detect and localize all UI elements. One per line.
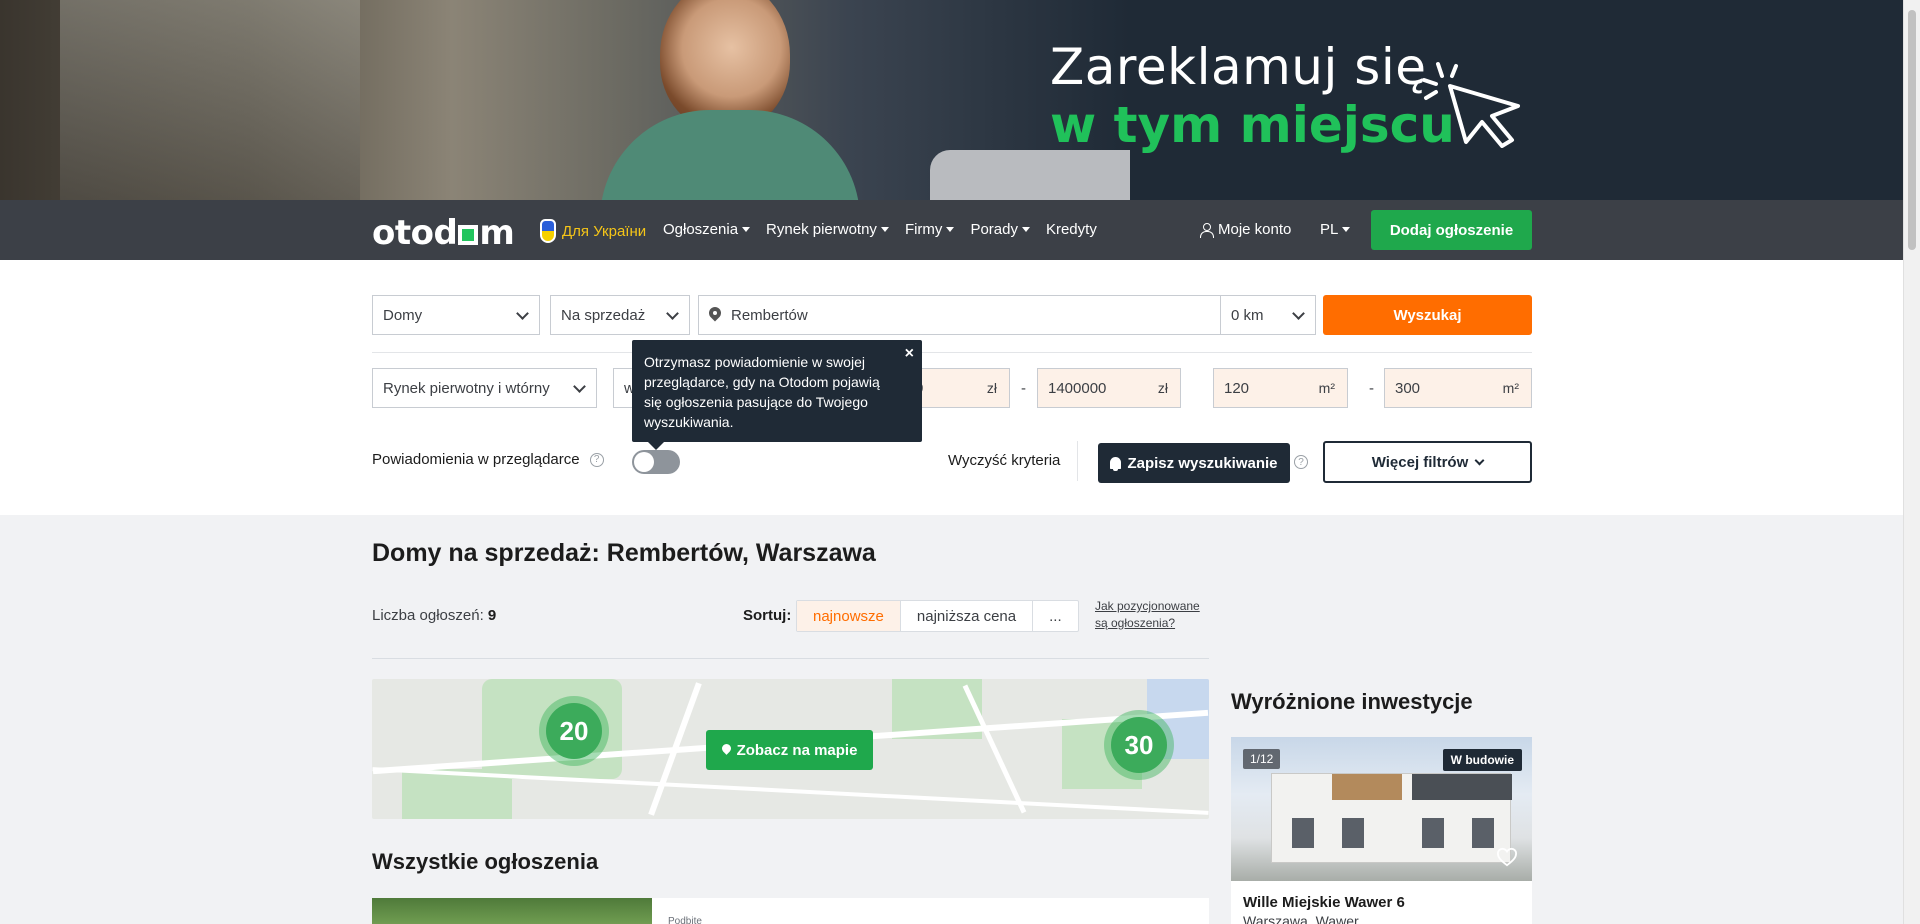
sort-newest[interactable]: najnowsze — [797, 601, 901, 631]
featured-investments-heading: Wyróżnione inwestycje — [1231, 689, 1473, 714]
ukraine-hand-icon — [540, 219, 556, 243]
area-range-separator: - — [1369, 380, 1374, 397]
caret-down-icon — [880, 227, 889, 232]
listing-item[interactable]: Podbite — [372, 898, 1209, 924]
more-filters-button[interactable]: Więcej filtrów — [1323, 441, 1532, 483]
caret-down-icon — [1021, 227, 1030, 232]
map-cluster[interactable]: 20 — [539, 696, 609, 766]
radius-select[interactable]: 0 km — [1220, 295, 1316, 335]
search-button[interactable]: Wyszukaj — [1323, 295, 1532, 335]
sort-lowest-price[interactable]: najniższa cena — [901, 601, 1034, 631]
listing-count: Liczba ogłoszeń: 9 — [372, 607, 497, 624]
transaction-type-select[interactable]: Na sprzedaż — [550, 295, 690, 335]
location-pin-icon — [722, 744, 731, 756]
close-icon[interactable]: × — [905, 344, 914, 364]
area-from-input[interactable]: 120 m² — [1213, 368, 1348, 408]
nav-item-firmy[interactable]: Firmy — [905, 221, 955, 238]
divider — [372, 352, 1532, 353]
sort-label: Sortuj: — [743, 607, 792, 624]
all-listings-heading: Wszystkie ogłoszenia — [372, 849, 599, 874]
property-type-select[interactable]: Domy — [372, 295, 540, 335]
save-search-button[interactable]: Zapisz wyszukiwanie — [1098, 443, 1290, 483]
positioning-info-link[interactable]: Jak pozycjonowane są ogłoszenia? — [1095, 598, 1215, 632]
listing-badge: Podbite — [668, 916, 702, 924]
price-range-separator: - — [1021, 380, 1026, 397]
top-navigation: otod m Для України Ogłoszenia Rynek pierw… — [0, 200, 1903, 260]
nav-item-ogloszenia[interactable]: Ogłoszenia — [663, 221, 751, 238]
divider — [372, 658, 1209, 659]
ukraine-link-label: Для України — [562, 222, 647, 240]
banner-photo — [0, 0, 1130, 200]
heart-icon[interactable] — [1496, 847, 1518, 867]
banner-headline: Zareklamuj się — [1050, 38, 1427, 96]
my-account-link[interactable]: Moje konto — [1200, 221, 1291, 238]
otodom-logo[interactable]: otod m — [372, 213, 515, 253]
main-menu: Ogłoszenia Rynek pierwotny Firmy Porady … — [663, 221, 1097, 238]
caret-down-icon — [1342, 227, 1351, 232]
map-cluster[interactable]: 30 — [1104, 710, 1174, 780]
ukraine-link[interactable]: Для України — [540, 219, 646, 243]
nav-item-rynek-pierwotny[interactable]: Rynek pierwotny — [766, 221, 889, 238]
sort-more[interactable]: ... — [1033, 601, 1078, 631]
clear-criteria-link[interactable]: Wyczyść kryteria — [948, 452, 1060, 469]
investment-name[interactable]: Wille Miejskie Wawer 6 — [1243, 894, 1405, 911]
caret-down-icon — [946, 227, 955, 232]
chevron-down-icon — [666, 307, 679, 320]
page-title: Domy na sprzedaż: Rembertów, Warszawa — [372, 539, 876, 567]
caret-down-icon — [742, 227, 751, 232]
advertisement-banner[interactable]: Zareklamuj się w tym miejscu — [0, 0, 1903, 200]
chevron-down-icon — [1474, 455, 1485, 465]
investment-photo[interactable]: 1/12 W budowie — [1231, 737, 1532, 881]
add-listing-button[interactable]: Dodaj ogłoszenie — [1371, 210, 1532, 250]
help-icon[interactable]: ? — [1294, 455, 1308, 469]
investment-location: Warszawa, Wawer — [1243, 913, 1359, 924]
help-icon[interactable]: ? — [589, 452, 604, 467]
language-selector[interactable]: PL — [1320, 221, 1351, 238]
map-preview[interactable]: 20 30 Zobacz na mapie — [372, 679, 1209, 819]
divider — [1077, 441, 1078, 481]
banner-subheadline: w tym miejscu — [1050, 96, 1455, 154]
cursor-click-icon — [1422, 62, 1520, 148]
location-input[interactable]: Rembertów — [698, 295, 1221, 335]
chevron-down-icon — [516, 307, 529, 320]
notifications-tooltip: Otrzymasz powiadomienie w swojej przeglą… — [632, 340, 922, 450]
show-on-map-button[interactable]: Zobacz na mapie — [706, 730, 873, 770]
tooltip-text: Otrzymasz powiadomienie w swojej przeglą… — [644, 354, 880, 430]
nav-item-porady[interactable]: Porady — [970, 221, 1030, 238]
listing-photo[interactable] — [372, 898, 652, 924]
area-to-input[interactable]: 300 m² — [1384, 368, 1532, 408]
user-icon — [1200, 222, 1214, 238]
photo-counter: 1/12 — [1243, 749, 1281, 769]
status-badge: W budowie — [1442, 749, 1522, 771]
market-select[interactable]: Rynek pierwotny i wtórny — [372, 368, 597, 408]
sort-options: najnowsze najniższa cena ... — [796, 600, 1079, 632]
bell-icon — [1110, 457, 1122, 471]
browser-notifications-label: Powiadomienia w przeglądarce ? — [372, 451, 604, 468]
chevron-down-icon — [1292, 307, 1305, 320]
page-scrollbar[interactable] — [1903, 0, 1920, 924]
scrollbar-thumb[interactable] — [1908, 10, 1916, 250]
nav-item-kredyty[interactable]: Kredyty — [1046, 221, 1097, 238]
browser-notifications-toggle[interactable] — [632, 450, 680, 474]
chevron-down-icon — [573, 380, 586, 393]
location-pin-icon — [709, 307, 721, 323]
price-to-input[interactable]: 1400000 zł — [1037, 368, 1181, 408]
search-panel: Domy Na sprzedaż Rembertów 0 km Wyszukaj… — [0, 260, 1903, 515]
featured-investment-card[interactable]: 1/12 W budowie Wille Miejskie Wawer 6 Wa… — [1231, 737, 1532, 924]
